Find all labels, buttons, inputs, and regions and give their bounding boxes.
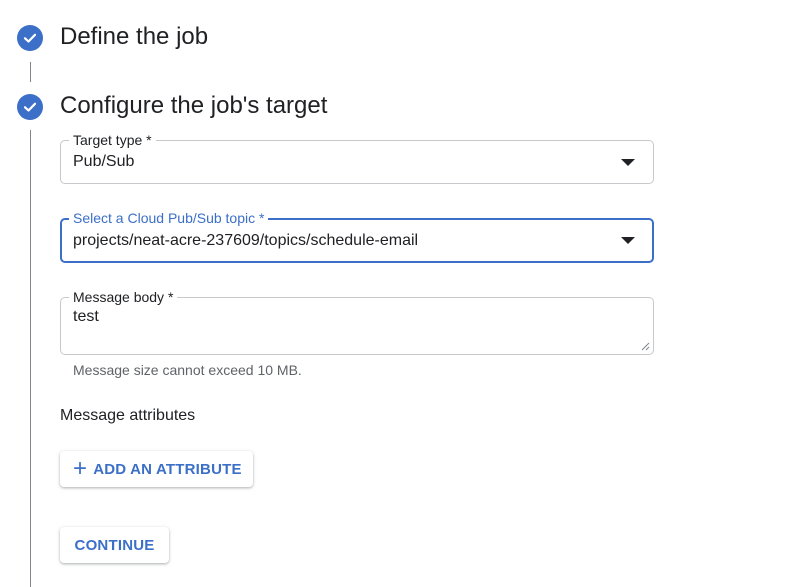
pubsub-topic-select[interactable]: Select a Cloud Pub/Sub topic * projects/… (60, 209, 654, 263)
continue-button[interactable]: CONTINUE (60, 527, 169, 563)
target-type-value: Pub/Sub (73, 153, 135, 170)
message-body-label: Message body * (69, 288, 178, 306)
target-type-select[interactable]: Target type * Pub/Sub (60, 131, 654, 184)
message-body-value: test (73, 308, 99, 325)
plus-icon: + (73, 455, 88, 482)
step-title-configure-target[interactable]: Configure the job's target (60, 92, 327, 120)
step-complete-check-icon (17, 25, 43, 51)
resize-handle-icon[interactable] (641, 342, 650, 351)
continue-label: CONTINUE (74, 536, 155, 554)
message-attributes-heading: Message attributes (60, 407, 196, 424)
dropdown-arrow-icon (621, 159, 635, 166)
add-attribute-button[interactable]: + ADD AN ATTRIBUTE (60, 451, 253, 487)
cloud-scheduler-form: Define the job Configure the job's targe… (0, 0, 786, 587)
add-attribute-label: ADD AN ATTRIBUTE (93, 460, 242, 478)
step-content-line (30, 130, 31, 587)
pubsub-topic-label: Select a Cloud Pub/Sub topic * (69, 209, 269, 227)
message-size-hint: Message size cannot exceed 10 MB. (73, 362, 302, 378)
pubsub-topic-value: projects/neat-acre-237609/topics/schedul… (73, 232, 419, 249)
step-complete-check-icon (17, 94, 43, 120)
step-title-define-job[interactable]: Define the job (60, 23, 208, 51)
target-type-label: Target type * (69, 131, 156, 149)
dropdown-arrow-icon (621, 237, 635, 244)
step-connector-line (30, 62, 31, 82)
message-body-textarea[interactable]: Message body * test (60, 288, 654, 355)
